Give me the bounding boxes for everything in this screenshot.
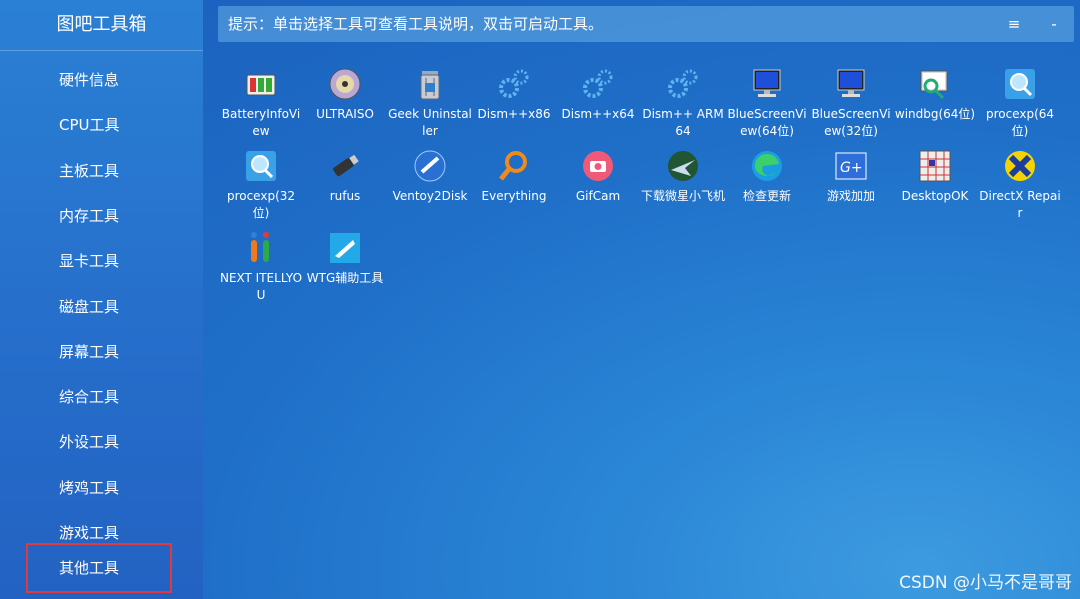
tool-label: BlueScreenView(32位) [811, 107, 891, 138]
tool-item[interactable]: procexp(32位) [219, 144, 303, 222]
tool-item[interactable]: windbg(64位) [893, 62, 977, 123]
tool-item[interactable]: GifCam [556, 144, 640, 205]
sidebar-item[interactable]: 磁盘工具 [26, 282, 172, 332]
watermark: CSDN @小马不是哥哥 [899, 573, 1072, 593]
tool-label: Ventoy2Disk [392, 189, 468, 203]
tool-item[interactable]: 下载微星小飞机 [641, 144, 725, 205]
tool-label: procexp(32位) [226, 189, 296, 220]
debugger-icon [917, 66, 953, 102]
tool-item[interactable]: NEXT ITELLYOU [219, 226, 303, 304]
tool-item[interactable]: Dism++ ARM64 [641, 62, 725, 140]
sidebar-item[interactable]: 外设工具 [26, 417, 172, 467]
sidebar-item[interactable]: 显卡工具 [26, 236, 172, 286]
tool-item[interactable]: BlueScreenView(32位) [809, 62, 893, 140]
tool-label: procexp(64位) [985, 107, 1055, 138]
grid-icon [917, 148, 953, 184]
battery-icon [243, 66, 279, 102]
sidebar-item[interactable]: 屏幕工具 [26, 327, 172, 377]
tool-item[interactable]: rufus [303, 144, 387, 205]
tool-label: 检查更新 [742, 189, 791, 203]
disc-icon [327, 66, 363, 102]
hint-bar: 提示：单击选择工具可查看工具说明，双击可启动工具。 ≡ - [218, 6, 1074, 42]
tool-item[interactable]: 检查更新 [725, 144, 809, 205]
game-plus-icon: G+ [833, 148, 869, 184]
menu-button[interactable]: ≡ [1002, 6, 1026, 42]
tool-label: Dism++x64 [561, 107, 635, 121]
tool-item[interactable]: procexp(64位) [978, 62, 1062, 140]
sidebar-item[interactable]: 综合工具 [26, 372, 172, 422]
gears-icon [665, 66, 701, 102]
wtg-icon [327, 230, 363, 266]
sidebar-item[interactable]: 主板工具 [26, 146, 172, 196]
tool-label: windbg(64位) [894, 107, 976, 121]
itellyou-icon [243, 230, 279, 266]
tool-label: Dism++ ARM64 [642, 107, 724, 138]
camera-icon [580, 148, 616, 184]
tool-item[interactable]: Ventoy2Disk [388, 144, 472, 205]
sidebar-item[interactable]: 内存工具 [26, 191, 172, 241]
trash-can-icon [412, 66, 448, 102]
tool-item[interactable]: DirectX Repair [978, 144, 1062, 222]
tool-label: BlueScreenView(64位) [727, 107, 807, 138]
search-icon [496, 148, 532, 184]
monitor-icon [749, 66, 785, 102]
tool-label: Geek Uninstaller [388, 107, 472, 138]
ventoy-icon [412, 148, 448, 184]
tool-label: 下载微星小飞机 [641, 189, 726, 203]
magnifier-icon [243, 148, 279, 184]
magnifier-icon [1002, 66, 1038, 102]
tool-item[interactable]: Everything [472, 144, 556, 205]
gears-icon [580, 66, 616, 102]
tool-item[interactable]: Geek Uninstaller [388, 62, 472, 140]
minimize-button[interactable]: - [1042, 6, 1066, 42]
sidebar-item[interactable]: CPU工具 [26, 100, 172, 150]
tool-label: WTG辅助工具 [306, 271, 384, 285]
tool-label: DirectX Repair [979, 189, 1061, 220]
tool-label: Everything [481, 189, 547, 203]
sidebar: 图吧工具箱 硬件信息 CPU工具 主板工具 内存工具 显卡工具 磁盘工具 屏幕工具 综合工具外… [0, 0, 203, 599]
tool-item[interactable]: BatteryInfoView [219, 62, 303, 140]
monitor-icon [833, 66, 869, 102]
tool-label: NEXT ITELLYOU [219, 271, 303, 302]
tool-item[interactable]: DesktopOK [893, 144, 977, 205]
tool-item[interactable]: Dism++x86 [472, 62, 556, 123]
sidebar-item[interactable]: 烤鸡工具 [26, 463, 172, 513]
sidebar-item[interactable]: 硬件信息 [26, 55, 172, 105]
tool-label: GifCam [575, 189, 621, 203]
usb-drive-icon [327, 148, 363, 184]
tool-label: 游戏加加 [826, 189, 875, 203]
tool-item[interactable]: G+ 游戏加加 [809, 144, 893, 205]
gears-icon [496, 66, 532, 102]
tool-label: Dism++x86 [477, 107, 551, 121]
tool-item[interactable]: ULTRAISO [303, 62, 387, 123]
sidebar-item[interactable]: 其他工具 [26, 543, 172, 593]
tool-label: ULTRAISO [316, 107, 374, 121]
app-title: 图吧工具箱 [0, 0, 203, 51]
hint-text: 提示：单击选择工具可查看工具说明，双击可启动工具。 [228, 15, 604, 33]
svg-text:G+: G+ [840, 160, 863, 176]
tool-label: rufus [329, 189, 361, 203]
directx-icon [1002, 148, 1038, 184]
edge-icon [749, 148, 785, 184]
tool-label: DesktopOK [901, 189, 969, 203]
tool-item[interactable]: WTG辅助工具 [303, 226, 387, 287]
tool-item[interactable]: Dism++x64 [556, 62, 640, 123]
tool-label: BatteryInfoView [221, 107, 301, 138]
afterburner-icon [665, 148, 701, 184]
tool-item[interactable]: BlueScreenView(64位) [725, 62, 809, 140]
